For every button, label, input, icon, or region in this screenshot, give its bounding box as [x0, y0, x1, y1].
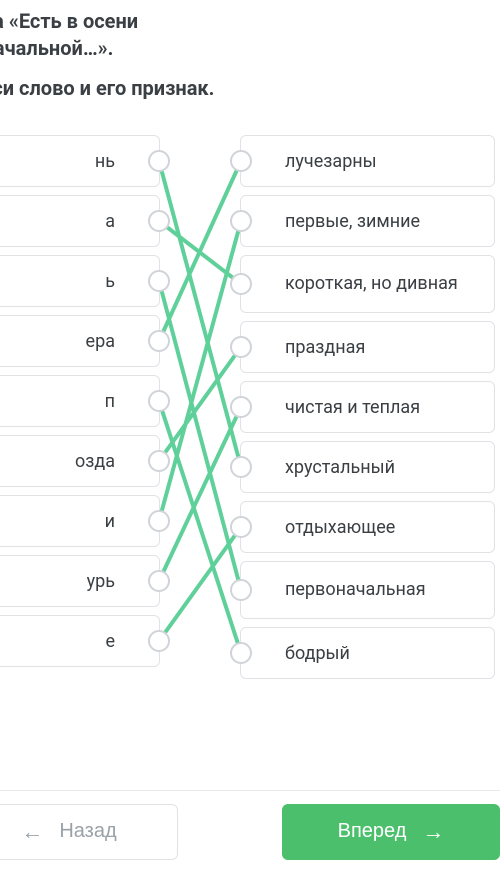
- right-item[interactable]: отдыхающее: [240, 501, 495, 553]
- right-item[interactable]: лучезарны: [240, 135, 495, 187]
- connector-dot[interactable]: [230, 396, 252, 418]
- connector-dot[interactable]: [230, 273, 252, 295]
- right-item-label: первоначальная: [285, 579, 426, 601]
- right-item-label: лучезарны: [285, 151, 377, 172]
- right-item[interactable]: бодрый: [240, 627, 495, 679]
- left-item-label: урь: [87, 571, 115, 592]
- left-item-label: ь: [105, 271, 115, 292]
- right-item-label: отдыхающее: [285, 517, 395, 538]
- right-item-label: хрустальный: [285, 457, 395, 478]
- header: чева «Есть в осени воначальной…». тнеси …: [0, 0, 500, 100]
- left-item-label: озда: [75, 451, 115, 472]
- title-line-2: воначальной…».: [0, 35, 500, 62]
- connector-dot[interactable]: [148, 270, 170, 292]
- left-item[interactable]: озда: [0, 435, 160, 487]
- connector-dot[interactable]: [148, 210, 170, 232]
- right-item-label: первые, зимние: [285, 211, 420, 232]
- connector-dot[interactable]: [230, 642, 252, 664]
- left-item[interactable]: е: [0, 615, 160, 667]
- right-item[interactable]: короткая, но дивная: [240, 255, 495, 313]
- right-item[interactable]: первоначальная: [240, 561, 495, 619]
- connector-dot[interactable]: [230, 150, 252, 172]
- right-item-label: праздная: [285, 337, 365, 358]
- match-area: нь а ь ера п озда и урь е лучезарны первые, зимни…: [0, 135, 500, 735]
- right-item[interactable]: праздная: [240, 321, 495, 373]
- left-item-label: е: [105, 631, 115, 652]
- connector-dot[interactable]: [230, 210, 252, 232]
- connector-dot[interactable]: [148, 450, 170, 472]
- title-line-1: чева «Есть в осени: [0, 8, 500, 35]
- left-item-label: а: [105, 211, 115, 232]
- connector-dot[interactable]: [230, 516, 252, 538]
- connector-dot[interactable]: [148, 330, 170, 352]
- connector-dot[interactable]: [148, 390, 170, 412]
- connector-dot[interactable]: [148, 150, 170, 172]
- right-item[interactable]: первые, зимние: [240, 195, 495, 247]
- footer: ← Назад Вперед →: [0, 790, 500, 872]
- right-item[interactable]: хрустальный: [240, 441, 495, 493]
- right-item-label: чистая и теплая: [285, 397, 420, 418]
- left-item[interactable]: нь: [0, 135, 160, 187]
- connector-dot[interactable]: [230, 456, 252, 478]
- back-button[interactable]: ← Назад: [0, 804, 178, 860]
- connector-dot[interactable]: [230, 579, 252, 601]
- connector-dot[interactable]: [230, 336, 252, 358]
- left-item[interactable]: урь: [0, 555, 160, 607]
- arrow-right-icon: →: [422, 819, 444, 845]
- back-button-label: Назад: [59, 820, 116, 843]
- left-item-label: нь: [95, 151, 115, 172]
- connector-dot[interactable]: [148, 510, 170, 532]
- left-item-label: п: [105, 391, 115, 412]
- left-item-label: ера: [86, 331, 115, 352]
- right-item-label: короткая, но дивная: [285, 273, 458, 295]
- left-item[interactable]: ь: [0, 255, 160, 307]
- left-column: нь а ь ера п озда и урь е: [0, 135, 160, 679]
- right-item-label: бодрый: [285, 643, 350, 664]
- forward-button[interactable]: Вперед →: [282, 804, 500, 860]
- arrow-left-icon: ←: [21, 819, 43, 845]
- left-item-label: и: [105, 511, 115, 532]
- instruction: тнеси слово и его признак.: [0, 76, 500, 100]
- left-item[interactable]: а: [0, 195, 160, 247]
- right-column: лучезарны первые, зимние короткая, но дивн…: [240, 135, 495, 679]
- connector-dot[interactable]: [148, 630, 170, 652]
- left-item[interactable]: ера: [0, 315, 160, 367]
- left-item[interactable]: и: [0, 495, 160, 547]
- left-item[interactable]: п: [0, 375, 160, 427]
- connector-dot[interactable]: [148, 570, 170, 592]
- right-item[interactable]: чистая и теплая: [240, 381, 495, 433]
- forward-button-label: Вперед: [338, 820, 407, 843]
